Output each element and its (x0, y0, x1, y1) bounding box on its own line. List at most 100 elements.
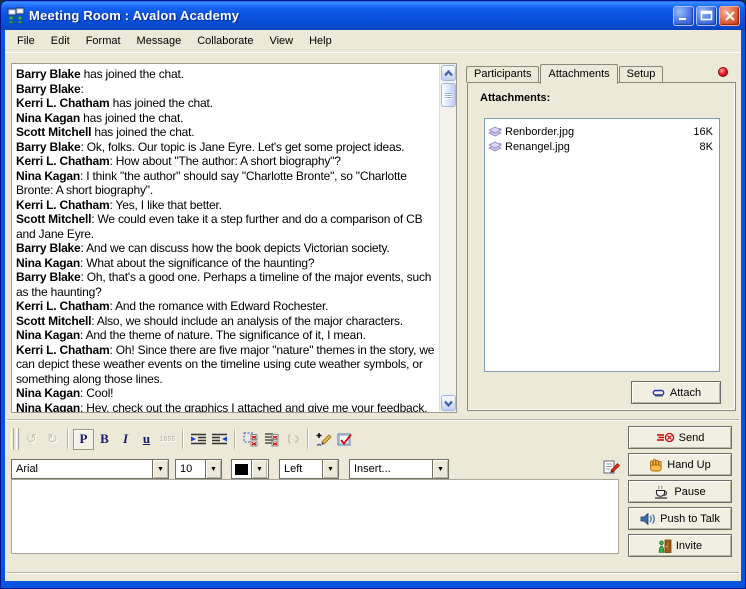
scroll-up-icon (443, 69, 454, 78)
hand-up-button[interactable]: Hand Up (628, 453, 732, 476)
attach-icon (651, 387, 666, 398)
tab-participants[interactable]: Participants (466, 66, 539, 82)
invite-label: Invite (676, 540, 702, 552)
pause-icon (654, 485, 670, 499)
dropdown-arrow-icon[interactable]: ▼ (322, 460, 338, 478)
paragraph-button[interactable]: P (73, 429, 94, 450)
font-family-select[interactable]: Arial ▼ (11, 459, 169, 479)
outdent-icon[interactable] (209, 429, 230, 450)
bold-button[interactable]: B (94, 429, 115, 450)
note-edit-icon[interactable] (603, 459, 621, 475)
file-size: 8K (700, 141, 713, 153)
font-color-select[interactable]: ▼ (231, 459, 269, 479)
menu-item[interactable]: Format (78, 32, 129, 50)
chat-author: Nina Kagan (16, 328, 80, 342)
close-button[interactable] (719, 6, 740, 26)
indent-icon[interactable] (188, 429, 209, 450)
send-icon (656, 432, 675, 443)
check-selection-icon[interactable] (240, 429, 261, 450)
font-size-select[interactable]: 10 ▼ (175, 459, 222, 479)
chat-message: Barry Blake: (16, 82, 437, 97)
chat-text: has joined the chat. (81, 67, 184, 81)
chat-author: Barry Blake (16, 82, 81, 96)
chat-message: Barry Blake: Oh, that's a good one. Perh… (16, 270, 437, 299)
menu-item[interactable]: Collaborate (189, 32, 261, 50)
chat-text: : Also, we should include an analysis of… (91, 314, 403, 328)
titlebar[interactable]: Meeting Room : Avalon Academy (1, 1, 745, 30)
chat-message: Scott Mitchell has joined the chat. (16, 125, 437, 140)
menu-item[interactable]: View (261, 32, 301, 50)
chat-author: Kerri L. Chatham (16, 343, 110, 357)
message-input[interactable] (11, 479, 619, 554)
attachment-row[interactable]: Renborder.jpg 16K (485, 124, 719, 139)
chat-text: : Ok, folks. Our topic is Jane Eyre. Let… (81, 140, 405, 154)
chat-message: Nina Kagan: And the theme of nature. The… (16, 328, 437, 343)
check-list-icon[interactable] (261, 429, 282, 450)
pause-button[interactable]: Pause (628, 480, 732, 503)
tab-attachments[interactable]: Attachments (540, 64, 617, 84)
chat-text: : What about the significance of the hau… (80, 256, 314, 270)
chat-text: : And the romance with Edward Rochester. (110, 299, 329, 313)
approve-icon[interactable] (334, 429, 355, 450)
chat-message: Nina Kagan: What about the significance … (16, 256, 437, 271)
file-icon (488, 125, 505, 139)
add-note-icon[interactable] (313, 429, 334, 450)
chat-author: Scott Mitchell (16, 212, 91, 226)
scroll-down-icon (443, 399, 454, 408)
attachments-panel: Attachments: Renborder.jpg 16K (467, 82, 736, 411)
file-name: Renangel.jpg (505, 141, 700, 153)
chat-text: : Cool! (80, 386, 113, 400)
chat-author: Barry Blake (16, 67, 81, 81)
dropdown-arrow-icon[interactable]: ▼ (432, 460, 448, 478)
tab-setup[interactable]: Setup (619, 66, 664, 82)
font-row: Arial ▼ 10 ▼ ▼ Left ▼ Insert... ▼ (11, 457, 449, 481)
italic-button[interactable]: I (115, 429, 136, 450)
maximize-button[interactable] (696, 6, 717, 26)
status-light (718, 67, 728, 77)
attachments-list[interactable]: Renborder.jpg 16K Renangel.jpg 8K (484, 118, 720, 372)
status-divider (7, 572, 739, 574)
toolbar-grip[interactable] (16, 428, 19, 450)
chat-message: Kerri L. Chatham: Yes, I like that bette… (16, 198, 437, 213)
menu-item[interactable]: Help (301, 32, 340, 50)
minimize-button[interactable] (673, 6, 694, 26)
underline-button[interactable]: u (136, 429, 157, 450)
invite-button[interactable]: Invite (628, 534, 732, 557)
chat-text: has joined the chat. (91, 125, 194, 139)
hand-icon (649, 458, 663, 472)
chat-text: : Yes, I like that better. (110, 198, 222, 212)
chat-text: : How about "The author: A short biograp… (110, 154, 341, 168)
chat-message: Kerri L. Chatham: And the romance with E… (16, 299, 437, 314)
send-button[interactable]: Send (628, 426, 732, 449)
chat-text: : Hey, check out the graphics I attached… (80, 401, 427, 413)
chat-author: Barry Blake (16, 270, 81, 284)
scrollbar-thumb[interactable] (441, 83, 456, 107)
file-name: Renborder.jpg (505, 126, 693, 138)
menu-item[interactable]: Edit (43, 32, 78, 50)
toolbar-grip[interactable] (11, 428, 14, 450)
chat-message: Barry Blake has joined the chat. (16, 67, 437, 82)
chat-scrollbar[interactable] (439, 64, 456, 412)
chat-text: has joined the chat. (110, 96, 213, 110)
chat-log[interactable]: Barry Blake has joined the chat. Barry B… (12, 64, 439, 412)
scroll-down-button[interactable] (441, 395, 456, 411)
dropdown-arrow-icon[interactable]: ▼ (205, 460, 221, 478)
dropdown-arrow-icon[interactable]: ▼ (152, 460, 168, 478)
insert-select[interactable]: Insert... ▼ (349, 459, 449, 479)
push-to-talk-button[interactable]: Push to Talk (628, 507, 732, 530)
alignment-select[interactable]: Left ▼ (279, 459, 339, 479)
menu-item[interactable]: File (9, 32, 43, 50)
font-size-value: 10 (176, 463, 205, 475)
scroll-up-button[interactable] (441, 65, 456, 81)
chat-message: Kerri L. Chatham has joined the chat. (16, 96, 437, 111)
chat-history-box: Barry Blake has joined the chat. Barry B… (11, 63, 457, 413)
menu-item[interactable]: Message (129, 32, 190, 50)
dropdown-arrow-icon[interactable]: ▼ (251, 460, 267, 478)
chat-message: Scott Mitchell: We could even take it a … (16, 212, 437, 241)
attach-button[interactable]: Attach (631, 381, 721, 404)
attach-button-label: Attach (670, 387, 701, 399)
menu-bar: File Edit Format Message Collaborate Vie… (5, 30, 741, 53)
composer-divider (7, 419, 739, 421)
chat-text: : And the theme of nature. The significa… (80, 328, 366, 342)
attachment-row[interactable]: Renangel.jpg 8K (485, 139, 719, 154)
